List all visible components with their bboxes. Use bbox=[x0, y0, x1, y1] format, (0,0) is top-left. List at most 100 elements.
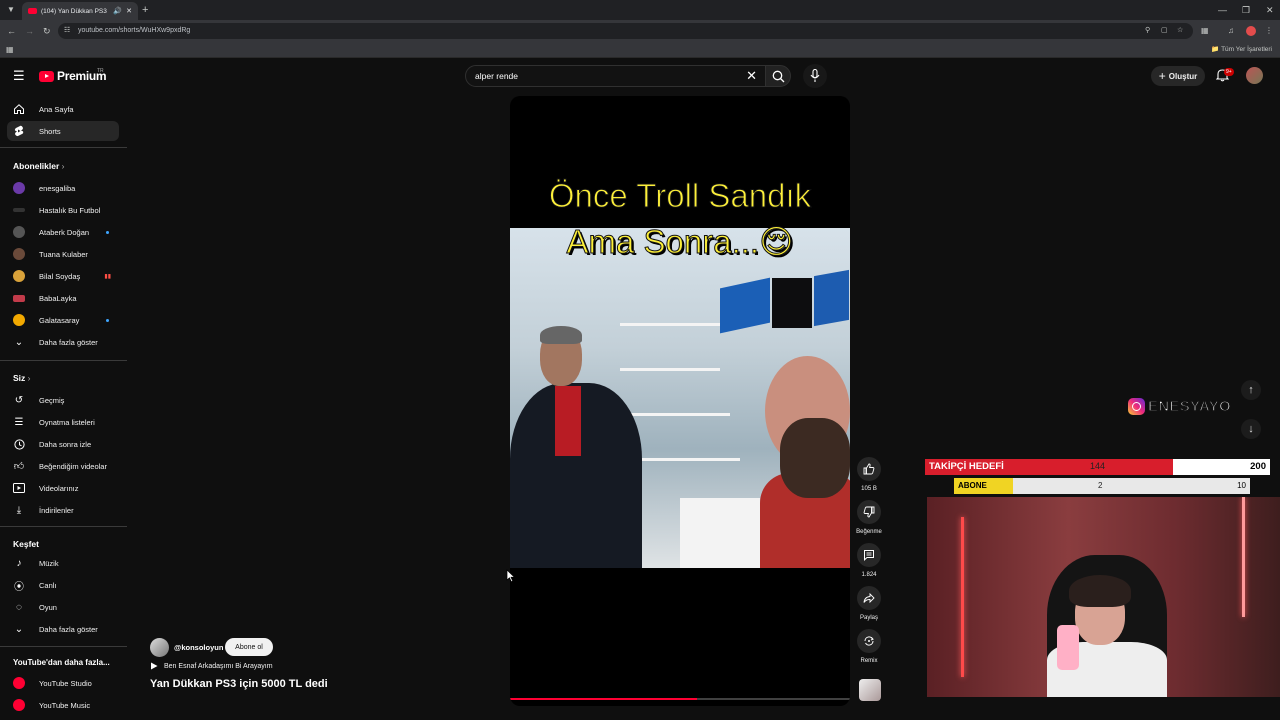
sidebar-item-playlists[interactable]: ☰ Oynatma listeleri bbox=[7, 412, 119, 432]
new-tab-icon[interactable]: + bbox=[142, 3, 148, 17]
download-icon: ⤓ bbox=[16, 504, 22, 516]
like-button[interactable]: 105 B bbox=[857, 457, 881, 492]
sidebar-item-subscription[interactable]: enesgaliba bbox=[7, 178, 119, 198]
sound-link[interactable]: Ben Esnaf Arkadaşımı Bi Arayayım bbox=[150, 662, 273, 670]
short-video-player[interactable]: Önce Troll Sandık Ama Sonra...😌 bbox=[510, 96, 850, 706]
thumbs-down-icon bbox=[863, 506, 875, 518]
sidebar-item-label: İndirilenler bbox=[39, 505, 74, 515]
sidebar-item-downloads[interactable]: ⤓ İndirilenler bbox=[7, 500, 119, 520]
streamer-webcam bbox=[927, 497, 1280, 697]
reload-icon[interactable]: ↻ bbox=[43, 24, 51, 38]
ps3-boxes bbox=[720, 269, 849, 334]
chevron-right-icon: › bbox=[61, 161, 65, 171]
follower-goal-bar: TAKİPÇİ HEDEFİ 144 200 bbox=[925, 459, 1270, 475]
url-text[interactable]: youtube.com/shorts/WuHXw9pxdRg bbox=[78, 25, 190, 37]
tab-search-icon[interactable]: ▼ bbox=[4, 3, 18, 17]
dislike-button[interactable]: Beğenme bbox=[856, 500, 882, 535]
sidebar-item-show-more[interactable]: ⌄ Daha fazla göster bbox=[7, 332, 119, 352]
sidebar-item-subscription[interactable]: BabaLayka bbox=[7, 288, 119, 308]
sidebar-item-subscription[interactable]: Bilal Soydaş ▮▮ bbox=[7, 266, 119, 286]
sidebar-item-music[interactable]: ♪ Müzik bbox=[7, 553, 119, 573]
sidebar-item-explore-more[interactable]: ⌄ Daha fazla göster bbox=[7, 619, 119, 639]
sidebar-item-label: Daha sonra izle bbox=[39, 439, 92, 449]
share-button[interactable]: Paylaş bbox=[857, 586, 881, 621]
browser-tab[interactable]: (104) Yan Dükkan PS3 için 5 🔊 ✕ bbox=[22, 2, 138, 20]
window-close-icon[interactable]: ✕ bbox=[1266, 3, 1274, 17]
tab-close-icon[interactable]: ✕ bbox=[126, 7, 132, 15]
subscriptions-heading[interactable]: Abonelikler › bbox=[13, 161, 65, 171]
hamburger-menu-icon[interactable]: ☰ bbox=[13, 68, 25, 84]
sound-thumbnail[interactable] bbox=[859, 679, 881, 701]
mouse-cursor-icon bbox=[506, 569, 516, 583]
channel-name: Tuana Kulaber bbox=[39, 249, 88, 259]
zoom-icon[interactable]: ⚲ bbox=[1145, 25, 1150, 37]
channel-avatar[interactable] bbox=[150, 638, 169, 657]
sidebar-item-label: YouTube Studio bbox=[39, 678, 92, 688]
browser-menu-icon[interactable]: ⋮ bbox=[1265, 24, 1273, 38]
instagram-icon bbox=[1128, 397, 1145, 415]
sidebar-item-subscription[interactable]: Tuana Kulaber bbox=[7, 244, 119, 264]
sidebar-item-liked-videos[interactable]: 👍︎ Beğendiğim videolar bbox=[7, 456, 119, 476]
live-indicator-icon: ▮▮ bbox=[104, 273, 111, 280]
caption-line: Ama Sonra...😌 bbox=[566, 223, 794, 261]
short-title[interactable]: Yan Dükkan PS3 için 5000 TL dedi bbox=[150, 678, 328, 690]
your-videos-icon bbox=[12, 481, 26, 495]
search-query[interactable]: alper rende bbox=[475, 71, 518, 81]
channel-avatar bbox=[13, 294, 25, 302]
microphone-icon bbox=[810, 69, 820, 82]
live-broadcast-icon: ⦿ bbox=[14, 581, 24, 593]
sidebar-item-gaming[interactable]: ◌ Oyun bbox=[7, 597, 119, 617]
audio-playing-icon[interactable]: 🔊 bbox=[113, 7, 122, 15]
media-controls-icon[interactable]: ♫ bbox=[1228, 24, 1234, 38]
share-icon-wrap bbox=[857, 586, 881, 610]
channel-avatar bbox=[13, 182, 25, 194]
comments-button[interactable]: 1.824 bbox=[857, 543, 881, 578]
sidebar-item-watch-later[interactable]: Daha sonra izle bbox=[7, 434, 119, 454]
apps-grid-icon[interactable]: ▦ bbox=[6, 44, 14, 56]
sidebar-item-label: Oyun bbox=[39, 602, 57, 612]
sidebar-item-history[interactable]: ↺ Geçmiş bbox=[7, 390, 119, 410]
url-bar[interactable]: ☷ youtube.com/shorts/WuHXw9pxdRg ⚲ ▢ ☆ bbox=[58, 23, 1193, 39]
clear-search-icon[interactable]: ✕ bbox=[746, 68, 757, 84]
sidebar-item-youtube-music[interactable]: YouTube Music bbox=[7, 695, 119, 715]
sidebar-item-live[interactable]: ⦿ Canlı bbox=[7, 575, 119, 595]
previous-short-button[interactable]: ↑ bbox=[1241, 380, 1261, 400]
forward-icon[interactable]: → bbox=[25, 24, 34, 38]
sidebar-item-youtube-studio[interactable]: YouTube Studio bbox=[7, 673, 119, 693]
sidebar-item-subscription[interactable]: Galatasaray bbox=[7, 310, 119, 330]
remix-button[interactable]: Remix bbox=[857, 629, 881, 664]
video-progress-bar[interactable] bbox=[510, 698, 850, 700]
new-content-dot bbox=[106, 230, 109, 234]
sidebar-item-label: Oynatma listeleri bbox=[39, 417, 95, 427]
channel-avatar bbox=[13, 270, 25, 282]
sidebar-item-home[interactable]: Ana Sayfa bbox=[7, 99, 119, 119]
search-input[interactable]: alper rende ✕ bbox=[465, 65, 766, 87]
sidebar-item-subscription[interactable]: Ataberk Doğan bbox=[7, 222, 119, 242]
search-button[interactable] bbox=[765, 65, 791, 87]
bookmark-star-icon[interactable]: ☆ bbox=[1177, 25, 1183, 37]
next-short-button[interactable]: ↓ bbox=[1241, 419, 1261, 439]
subscribe-button[interactable]: Abone ol bbox=[225, 638, 273, 656]
you-heading[interactable]: Siz › bbox=[13, 373, 31, 383]
create-button[interactable]: + Oluştur bbox=[1151, 66, 1205, 86]
back-icon[interactable]: ← bbox=[7, 24, 16, 38]
ps3-box bbox=[814, 269, 849, 327]
cast-icon[interactable]: ▢ bbox=[1161, 25, 1168, 37]
site-info-icon[interactable]: ☷ bbox=[64, 25, 70, 37]
bookmarks-bar: ▦ 📁 Tüm Yer İşaretleri bbox=[0, 42, 1280, 58]
ps3-box bbox=[772, 278, 812, 328]
you-title: Siz bbox=[13, 373, 26, 383]
sidebar-item-your-videos[interactable]: Videolarınız bbox=[7, 478, 119, 498]
maximize-icon[interactable]: ❐ bbox=[1242, 3, 1250, 17]
voice-search-button[interactable] bbox=[803, 64, 827, 88]
all-bookmarks-link[interactable]: 📁 Tüm Yer İşaretleri bbox=[1211, 44, 1272, 56]
sidebar-item-shorts[interactable]: Shorts bbox=[7, 121, 119, 141]
video-progress-fill bbox=[510, 698, 697, 700]
remix-label: Remix bbox=[860, 658, 878, 664]
account-avatar[interactable] bbox=[1246, 67, 1263, 84]
channel-name[interactable]: @konsoloyun bbox=[174, 643, 223, 652]
extensions-icon[interactable]: ▦ bbox=[1201, 24, 1209, 38]
minimize-icon[interactable]: — bbox=[1218, 3, 1227, 17]
browser-profile-avatar[interactable] bbox=[1246, 26, 1256, 36]
sidebar-item-subscription[interactable]: Hastalık Bu Futbol bbox=[7, 200, 119, 220]
